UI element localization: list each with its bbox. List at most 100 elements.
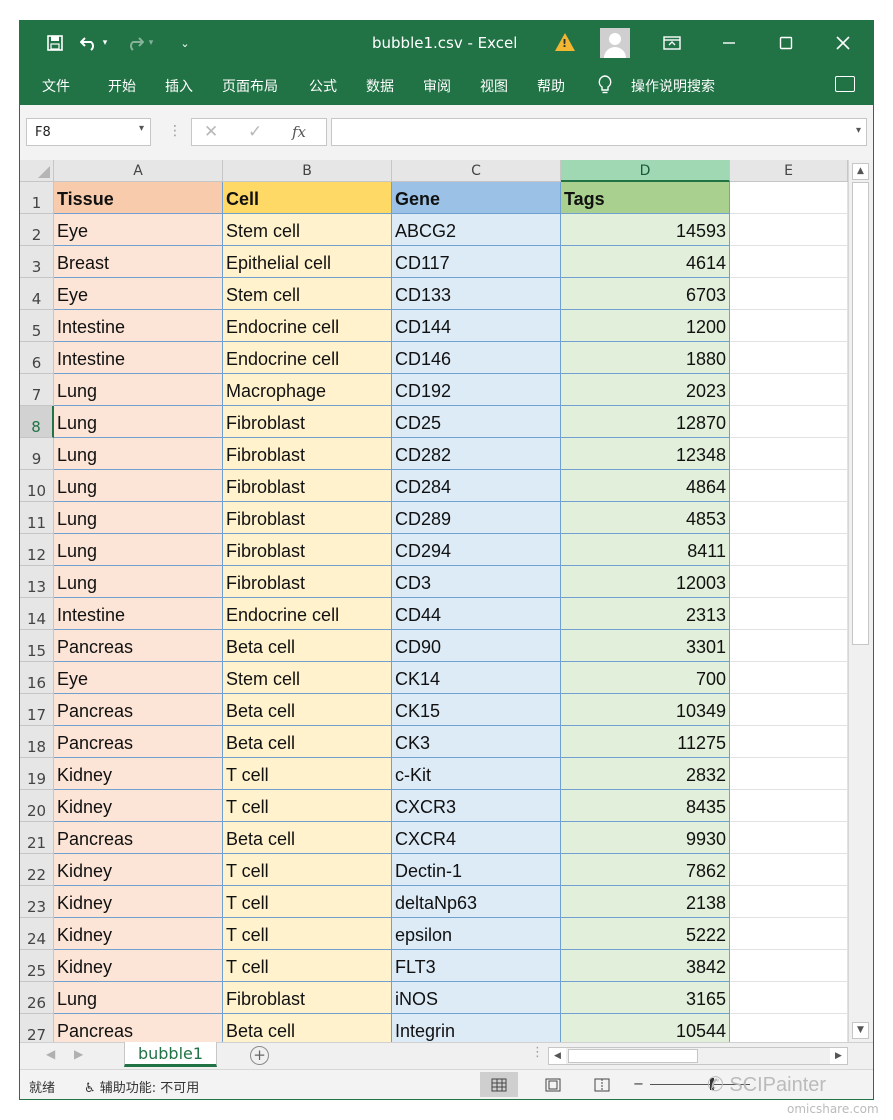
cell-c3[interactable]: CD117 — [392, 246, 561, 278]
cell-c14[interactable]: CD44 — [392, 598, 561, 630]
cell-b17[interactable]: Beta cell — [223, 694, 392, 726]
cell-c27[interactable]: Integrin — [392, 1014, 561, 1042]
comments-icon[interactable] — [835, 76, 855, 92]
normal-view-button[interactable] — [480, 1072, 518, 1097]
cell-e11[interactable] — [730, 502, 848, 534]
row-header-1[interactable]: 1 — [20, 182, 54, 214]
row-header-10[interactable]: 10 — [20, 470, 54, 502]
cell-a6[interactable]: Intestine — [54, 342, 223, 374]
worksheet-grid[interactable]: A B C D E 1 Tissue Cell Gene Tags 2 Eye Stem ce… — [20, 160, 848, 1042]
cell-e9[interactable] — [730, 438, 848, 470]
cell-a9[interactable]: Lung — [54, 438, 223, 470]
cell-e23[interactable] — [730, 886, 848, 918]
cell-a3[interactable]: Breast — [54, 246, 223, 278]
cell-b21[interactable]: Beta cell — [223, 822, 392, 854]
cell-c19[interactable]: c-Kit — [392, 758, 561, 790]
cell-e1[interactable] — [730, 182, 848, 214]
cell-e3[interactable] — [730, 246, 848, 278]
tab-split-grip[interactable]: ⋮ — [531, 1045, 544, 1060]
cell-c21[interactable]: CXCR4 — [392, 822, 561, 854]
cell-a23[interactable]: Kidney — [54, 886, 223, 918]
horizontal-scrollbar[interactable]: ◀ ▶ — [548, 1047, 848, 1065]
cell-c12[interactable]: CD294 — [392, 534, 561, 566]
cell-c10[interactable]: CD284 — [392, 470, 561, 502]
cell-a13[interactable]: Lung — [54, 566, 223, 598]
cell-d22[interactable]: 7862 — [561, 854, 730, 886]
cell-b1[interactable]: Cell — [223, 182, 392, 214]
cell-a11[interactable]: Lung — [54, 502, 223, 534]
warning-icon[interactable]: ! — [555, 33, 575, 51]
cell-d13[interactable]: 12003 — [561, 566, 730, 598]
cell-a14[interactable]: Intestine — [54, 598, 223, 630]
next-sheet-arrow-icon[interactable]: ▶ — [74, 1047, 83, 1061]
cell-c25[interactable]: FLT3 — [392, 950, 561, 982]
cell-a17[interactable]: Pancreas — [54, 694, 223, 726]
cell-d12[interactable]: 8411 — [561, 534, 730, 566]
cell-e27[interactable] — [730, 1014, 848, 1042]
customize-quick-access-button[interactable]: ⌄ — [170, 29, 200, 57]
cell-e6[interactable] — [730, 342, 848, 374]
cell-e8[interactable] — [730, 406, 848, 438]
cell-a24[interactable]: Kidney — [54, 918, 223, 950]
cell-b5[interactable]: Endocrine cell — [223, 310, 392, 342]
row-header-21[interactable]: 21 — [20, 822, 54, 854]
cell-b23[interactable]: T cell — [223, 886, 392, 918]
cell-b13[interactable]: Fibroblast — [223, 566, 392, 598]
cell-b3[interactable]: Epithelial cell — [223, 246, 392, 278]
horizontal-scroll-thumb[interactable] — [568, 1049, 698, 1063]
cell-d15[interactable]: 3301 — [561, 630, 730, 662]
vertical-scrollbar[interactable]: ▲ ▼ — [848, 160, 873, 1042]
cell-d17[interactable]: 10349 — [561, 694, 730, 726]
cell-c24[interactable]: epsilon — [392, 918, 561, 950]
cell-b24[interactable]: T cell — [223, 918, 392, 950]
cell-c4[interactable]: CD133 — [392, 278, 561, 310]
tab-formulas[interactable]: 公式 — [309, 76, 337, 96]
cell-c20[interactable]: CXCR3 — [392, 790, 561, 822]
row-header-8[interactable]: 8 — [20, 406, 54, 438]
row-header-16[interactable]: 16 — [20, 662, 54, 694]
formula-bar-grip[interactable]: ⋮ — [168, 123, 182, 139]
cell-d3[interactable]: 4614 — [561, 246, 730, 278]
cell-c13[interactable]: CD3 — [392, 566, 561, 598]
cell-a16[interactable]: Eye — [54, 662, 223, 694]
tab-data[interactable]: 数据 — [366, 76, 394, 96]
cell-e4[interactable] — [730, 278, 848, 310]
tab-view[interactable]: 视图 — [480, 76, 508, 96]
row-header-9[interactable]: 9 — [20, 438, 54, 470]
cell-a21[interactable]: Pancreas — [54, 822, 223, 854]
cell-b25[interactable]: T cell — [223, 950, 392, 982]
tab-help[interactable]: 帮助 — [537, 76, 565, 96]
cell-a10[interactable]: Lung — [54, 470, 223, 502]
maximize-button[interactable] — [771, 29, 801, 57]
cell-b8[interactable]: Fibroblast — [223, 406, 392, 438]
row-header-15[interactable]: 15 — [20, 630, 54, 662]
chevron-down-icon[interactable]: ▾ — [139, 123, 144, 134]
row-header-3[interactable]: 3 — [20, 246, 54, 278]
cell-d24[interactable]: 5222 — [561, 918, 730, 950]
cell-d21[interactable]: 9930 — [561, 822, 730, 854]
cell-c18[interactable]: CK3 — [392, 726, 561, 758]
expand-formula-bar-icon[interactable]: ▾ — [856, 125, 861, 136]
row-header-22[interactable]: 22 — [20, 854, 54, 886]
column-header-c[interactable]: C — [392, 160, 561, 182]
scroll-left-arrow-icon[interactable]: ◀ — [549, 1048, 566, 1064]
cell-b7[interactable]: Macrophage — [223, 374, 392, 406]
tab-home[interactable]: 开始 — [108, 76, 136, 96]
tab-review[interactable]: 审阅 — [423, 76, 451, 96]
page-layout-view-button[interactable] — [534, 1072, 572, 1097]
insert-function-icon[interactable]: fx — [292, 123, 306, 141]
cell-c5[interactable]: CD144 — [392, 310, 561, 342]
ribbon-display-options-button[interactable] — [657, 29, 687, 57]
tab-page-layout[interactable]: 页面布局 — [222, 76, 278, 96]
save-button[interactable] — [40, 29, 70, 57]
cell-a8[interactable]: Lung — [54, 406, 223, 438]
cell-b19[interactable]: T cell — [223, 758, 392, 790]
cell-d26[interactable]: 3165 — [561, 982, 730, 1014]
cell-b6[interactable]: Endocrine cell — [223, 342, 392, 374]
cell-d2[interactable]: 14593 — [561, 214, 730, 246]
cell-b27[interactable]: Beta cell — [223, 1014, 392, 1042]
cell-e5[interactable] — [730, 310, 848, 342]
cell-c16[interactable]: CK14 — [392, 662, 561, 694]
scroll-up-arrow-icon[interactable]: ▲ — [852, 163, 869, 180]
cell-c17[interactable]: CK15 — [392, 694, 561, 726]
